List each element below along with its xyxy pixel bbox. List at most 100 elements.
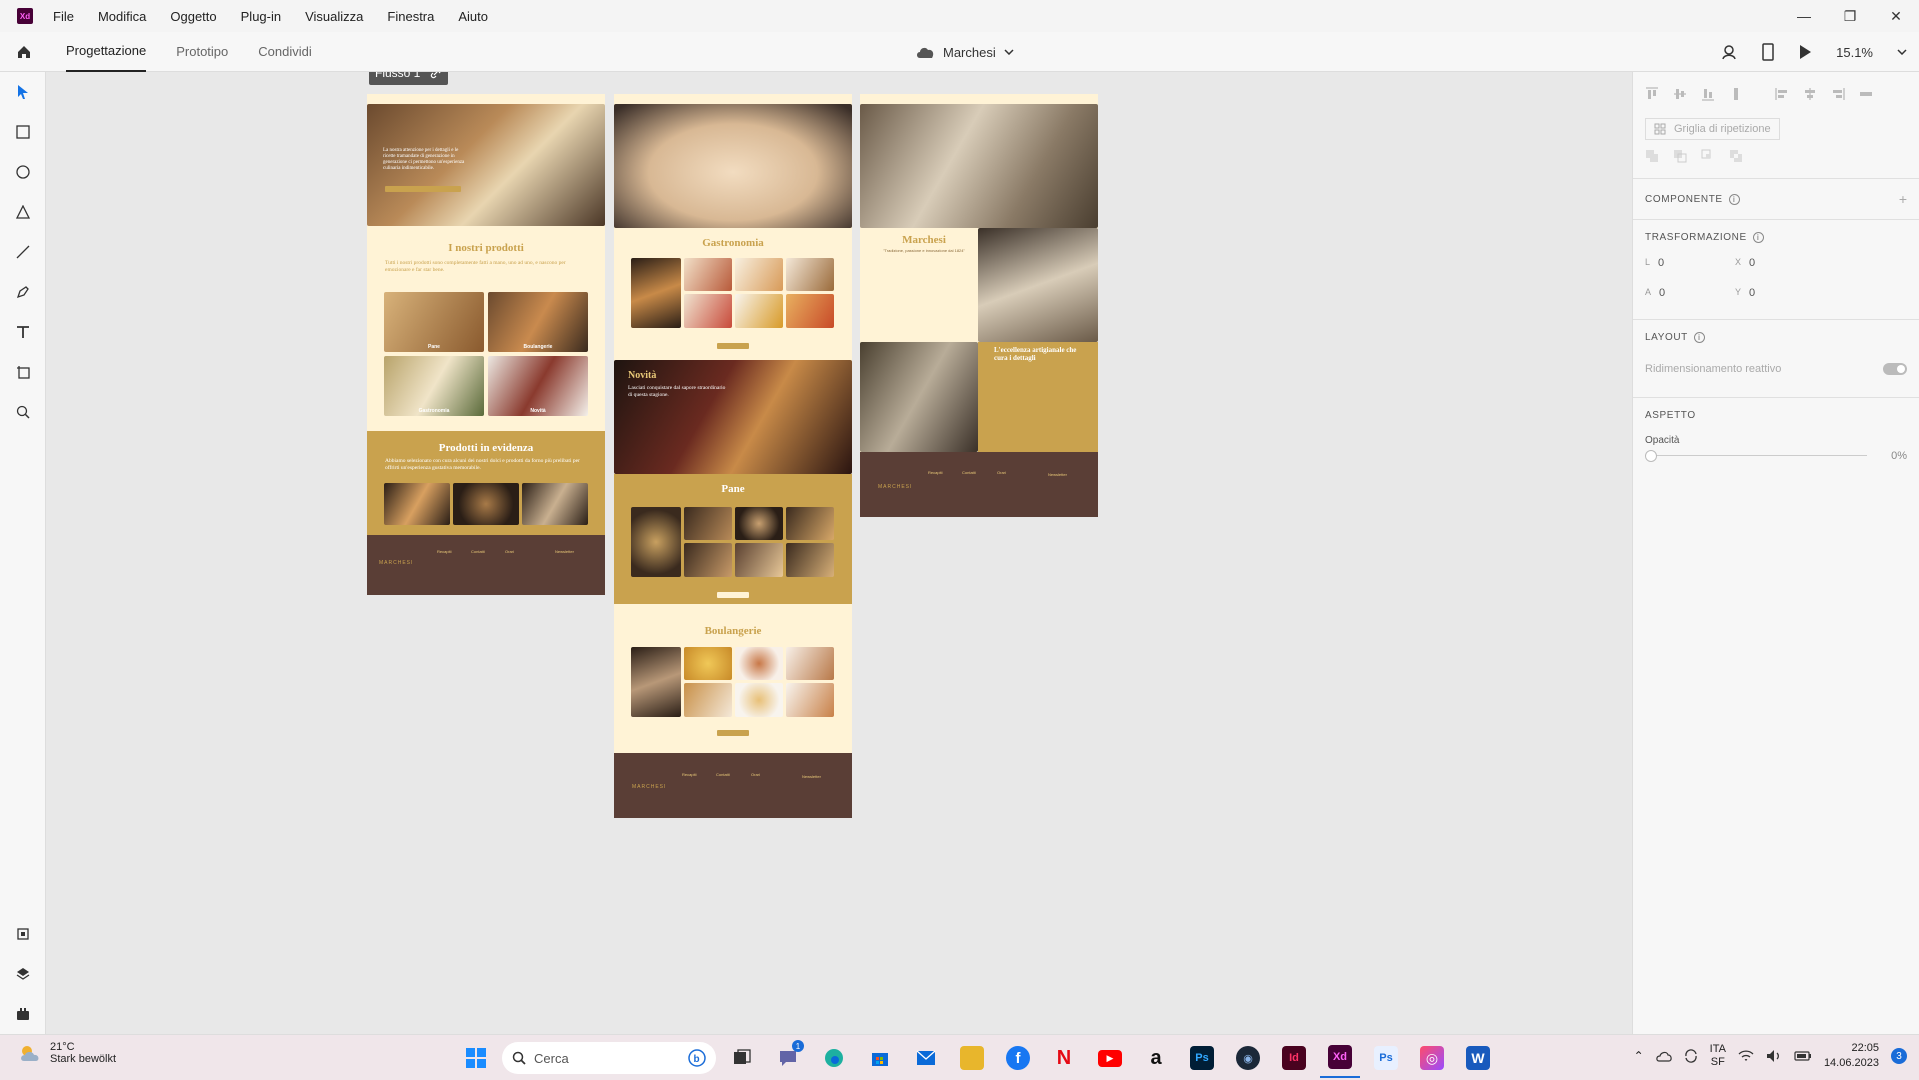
word-button[interactable]: W [1458,1038,1498,1078]
chevron-down-icon[interactable] [1897,49,1907,55]
edge-button[interactable] [814,1038,854,1078]
line-tool[interactable] [0,232,46,272]
gastronomia-button[interactable] [717,343,749,349]
flow-label[interactable]: Flusso 1 [369,72,449,85]
device-preview-icon[interactable] [1762,43,1774,61]
add-component-icon[interactable]: + [1899,191,1907,207]
featured-card-3[interactable] [522,483,588,525]
gastronomia-6[interactable] [786,294,834,328]
opacity-value[interactable]: 0% [1877,450,1907,462]
task-view-button[interactable] [722,1038,762,1078]
tab-prototipo[interactable]: Prototipo [176,32,228,72]
layers-panel-button[interactable] [0,954,46,994]
assets-panel-button[interactable] [0,914,46,954]
ellipse-tool[interactable] [0,152,46,192]
indesign-button[interactable]: Id [1274,1038,1314,1078]
pane-button[interactable] [717,592,749,598]
select-tool[interactable] [0,72,46,112]
height-input[interactable]: 0 [1659,287,1665,299]
menu-oggetto[interactable]: Oggetto [170,9,216,24]
info-icon[interactable]: i [1728,193,1740,205]
boulangerie-3[interactable] [786,647,834,680]
boulangerie-2[interactable] [735,647,783,680]
chevron-up-icon[interactable]: ⌃ [1634,1049,1644,1063]
boulangerie-button[interactable] [717,730,749,736]
photoshop-express-button[interactable]: Ps [1366,1038,1406,1078]
menu-visualizza[interactable]: Visualizza [305,9,363,24]
zoom-tool[interactable] [0,392,46,432]
menu-plugin[interactable]: Plug-in [241,9,281,24]
category-gastronomia[interactable] [384,356,484,416]
clock[interactable]: 22:05 14.06.2023 [1824,1041,1879,1071]
document-title[interactable]: Marchesi [915,32,1014,72]
featured-card-2[interactable] [453,483,519,525]
boulangerie-1[interactable] [684,647,732,680]
pane-4[interactable] [684,543,732,577]
minimize-button[interactable]: — [1781,0,1827,32]
start-button[interactable] [456,1038,496,1078]
align-bottom-icon[interactable] [1701,87,1715,101]
boulangerie-5[interactable] [735,683,783,717]
artboard-about[interactable]: Marchesi "Tradizione, passione e innovaz… [860,94,1098,517]
boulangerie-4[interactable] [684,683,732,717]
tab-condividi[interactable]: Condividi [258,32,311,72]
align-right-icon[interactable] [1831,87,1845,101]
share-user-icon[interactable] [1720,43,1738,61]
battery-icon[interactable] [1794,1050,1812,1062]
pane-6[interactable] [786,543,834,577]
x-input[interactable]: 0 [1749,257,1755,269]
menu-file[interactable]: File [53,9,74,24]
menu-modifica[interactable]: Modifica [98,9,146,24]
exclude-boolean-icon[interactable] [1729,149,1743,163]
zoom-level[interactable]: 15.1% [1836,45,1873,60]
menu-finestra[interactable]: Finestra [387,9,434,24]
pane-2[interactable] [735,507,783,540]
volume-icon[interactable] [1766,1049,1782,1063]
align-top-icon[interactable] [1645,87,1659,101]
polygon-tool[interactable] [0,192,46,232]
photoshop-button[interactable]: Ps [1182,1038,1222,1078]
pen-tool[interactable] [0,272,46,312]
align-middle-icon[interactable] [1673,87,1687,101]
store-button[interactable] [860,1038,900,1078]
responsive-toggle[interactable] [1883,363,1907,375]
menu-aiuto[interactable]: Aiuto [458,9,488,24]
gastronomia-3[interactable] [786,258,834,291]
steam-button[interactable]: ◉ [1228,1038,1268,1078]
gastronomia-4[interactable] [684,294,732,328]
artboard-home[interactable]: La nostra attenzione per i dettagli e le… [367,94,605,595]
gastronomia-1[interactable] [684,258,732,291]
pane-3[interactable] [786,507,834,540]
y-input[interactable]: 0 [1749,287,1755,299]
notification-badge[interactable]: 3 [1891,1048,1907,1064]
taskbar-search[interactable]: Cerca b [502,1042,716,1074]
opacity-slider[interactable] [1645,450,1867,462]
category-boulangerie[interactable] [488,292,588,352]
align-left-icon[interactable] [1775,87,1789,101]
netflix-button[interactable]: N [1044,1038,1084,1078]
info-icon[interactable]: i [1752,232,1764,243]
boulangerie-6[interactable] [786,683,834,717]
repeat-grid-button[interactable]: Griglia di ripetizione [1645,118,1780,140]
explorer-button[interactable] [952,1038,992,1078]
distribute-vertical-icon[interactable] [1729,87,1743,101]
rectangle-tool[interactable] [0,112,46,152]
close-button[interactable]: ✕ [1873,0,1919,32]
hero-button[interactable] [385,186,461,192]
add-boolean-icon[interactable] [1645,149,1659,163]
gastronomia-2[interactable] [735,258,783,291]
plugins-panel-button[interactable] [0,994,46,1034]
artboard-tool[interactable] [0,352,46,392]
sync-icon[interactable] [1684,1049,1698,1063]
restore-button[interactable]: ❐ [1827,0,1873,32]
category-pane[interactable] [384,292,484,352]
language-indicator[interactable]: ITA SF [1710,1043,1726,1069]
link-icon[interactable] [430,72,442,79]
mail-button[interactable] [906,1038,946,1078]
onedrive-icon[interactable] [1655,1050,1672,1062]
weather-widget[interactable]: 21°C Stark bewölkt [18,1041,116,1065]
amazon-button[interactable]: a [1136,1038,1176,1078]
creative-cloud-button[interactable]: ◎ [1412,1038,1452,1078]
wifi-icon[interactable] [1738,1050,1754,1062]
gastronomia-main[interactable] [631,258,681,328]
